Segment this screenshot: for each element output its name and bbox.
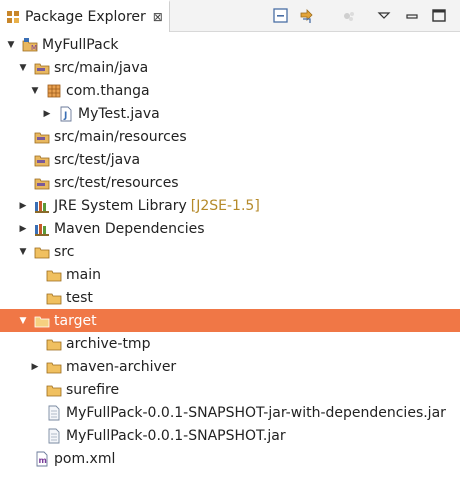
tree-item-label: surefire (66, 381, 120, 398)
expanded-arrow-icon[interactable]: ▼ (29, 85, 41, 97)
folder-icon (46, 290, 62, 306)
package-explorer-tab[interactable]: Package Explorer ⊠ (0, 0, 170, 32)
tree-item-src-test-java[interactable]: src/test/java (0, 148, 460, 171)
pom-file-icon: m (34, 451, 50, 467)
tree-item-jre-system-library[interactable]: ▶ JRE System Library [J2SE-1.5] (0, 194, 460, 217)
tree-item-myfullpack[interactable]: ▼ M MyFullPack (0, 33, 460, 56)
tree-item-label: maven-archiver (66, 358, 177, 375)
svg-text:M: M (31, 44, 37, 52)
java-file-icon: J (58, 106, 74, 122)
library-icon (34, 198, 50, 214)
folder-icon (46, 382, 62, 398)
tree-item-label: archive-tmp (66, 335, 151, 352)
library-icon (34, 221, 50, 237)
folder-icon (34, 244, 50, 260)
view-tab-bar: Package Explorer ⊠ (0, 0, 460, 32)
folder-icon (46, 359, 62, 375)
file-icon (46, 428, 62, 444)
tree-item-label: Maven Dependencies (54, 220, 205, 237)
folder-icon (46, 336, 62, 352)
tree-item-label: src/main/resources (54, 128, 187, 145)
tree-item-jar-with-dependencies[interactable]: MyFullPack-0.0.1-SNAPSHOT-jar-with-depen… (0, 401, 460, 424)
tree-item-main[interactable]: main (0, 263, 460, 286)
view-menu-icon[interactable] (375, 7, 393, 25)
collapsed-arrow-icon[interactable]: ▶ (41, 108, 53, 120)
tree-item-label: main (66, 266, 101, 283)
focus-icon[interactable] (340, 7, 358, 25)
svg-text:J: J (63, 111, 67, 121)
tree-item-label: MyFullPack (42, 36, 119, 53)
tree-item-label: target (54, 312, 97, 329)
collapse-all-icon[interactable] (272, 7, 290, 25)
tree-item-label: MyFullPack-0.0.1-SNAPSHOT-jar-with-depen… (66, 404, 446, 421)
expanded-arrow-icon[interactable]: ▼ (5, 39, 17, 51)
tree-item-archive-tmp[interactable]: archive-tmp (0, 332, 460, 355)
source-folder-icon (34, 60, 50, 76)
folder-icon (34, 313, 50, 329)
tree-item-label: com.thanga (66, 82, 150, 99)
tree-item-src-test-resources[interactable]: src/test/resources (0, 171, 460, 194)
collapsed-arrow-icon[interactable]: ▶ (29, 361, 41, 373)
tree-item-label: MyTest.java (78, 105, 160, 122)
tree-item-src-main-java[interactable]: ▼ src/main/java (0, 56, 460, 79)
tree-item-surefire[interactable]: surefire (0, 378, 460, 401)
expanded-arrow-icon[interactable]: ▼ (17, 62, 29, 74)
tree-item-src-main-resources[interactable]: src/main/resources (0, 125, 460, 148)
view-title: Package Explorer (25, 9, 146, 25)
tree-item-target[interactable]: ▼ target (0, 309, 460, 332)
tree-item-src[interactable]: ▼ src (0, 240, 460, 263)
tree-item-label: src/test/java (54, 151, 141, 168)
package-explorer-icon (6, 10, 20, 24)
maven-project-icon: M (22, 37, 38, 53)
link-with-editor-icon[interactable] (298, 7, 316, 25)
tree-item-maven-archiver[interactable]: ▶ maven-archiver (0, 355, 460, 378)
tree-item-pom-xml[interactable]: m pom.xml (0, 447, 460, 470)
expanded-arrow-icon[interactable]: ▼ (17, 315, 29, 327)
minimize-icon[interactable] (403, 7, 421, 25)
tree-item-snapshot-jar[interactable]: MyFullPack-0.0.1-SNAPSHOT.jar (0, 424, 460, 447)
file-icon (46, 405, 62, 421)
tree-item-decoration: [J2SE-1.5] (190, 197, 260, 214)
source-folder-icon (34, 152, 50, 168)
tree-item-maven-dependencies[interactable]: ▶ Maven Dependencies (0, 217, 460, 240)
tree-item-label: pom.xml (54, 450, 116, 467)
close-tab-icon[interactable]: ⊠ (153, 10, 163, 24)
svg-text:m: m (39, 456, 47, 465)
collapsed-arrow-icon[interactable]: ▶ (17, 223, 29, 235)
tree-item-test[interactable]: test (0, 286, 460, 309)
collapsed-arrow-icon[interactable]: ▶ (17, 200, 29, 212)
source-folder-icon (34, 175, 50, 191)
tree-item-label: src/main/java (54, 59, 149, 76)
tree-item-label: src (54, 243, 75, 260)
tree-item-label: JRE System Library (54, 197, 187, 214)
folder-icon (46, 267, 62, 283)
tree-item-label: src/test/resources (54, 174, 179, 191)
source-folder-icon (34, 129, 50, 145)
package-icon (46, 83, 62, 99)
tree-item-label: MyFullPack-0.0.1-SNAPSHOT.jar (66, 427, 286, 444)
tree-item-com-thanga[interactable]: ▼ com.thanga (0, 79, 460, 102)
maximize-icon[interactable] (430, 7, 448, 25)
expanded-arrow-icon[interactable]: ▼ (17, 246, 29, 258)
tree-item-mytest-java[interactable]: ▶ J MyTest.java (0, 102, 460, 125)
tree-item-label: test (66, 289, 93, 306)
